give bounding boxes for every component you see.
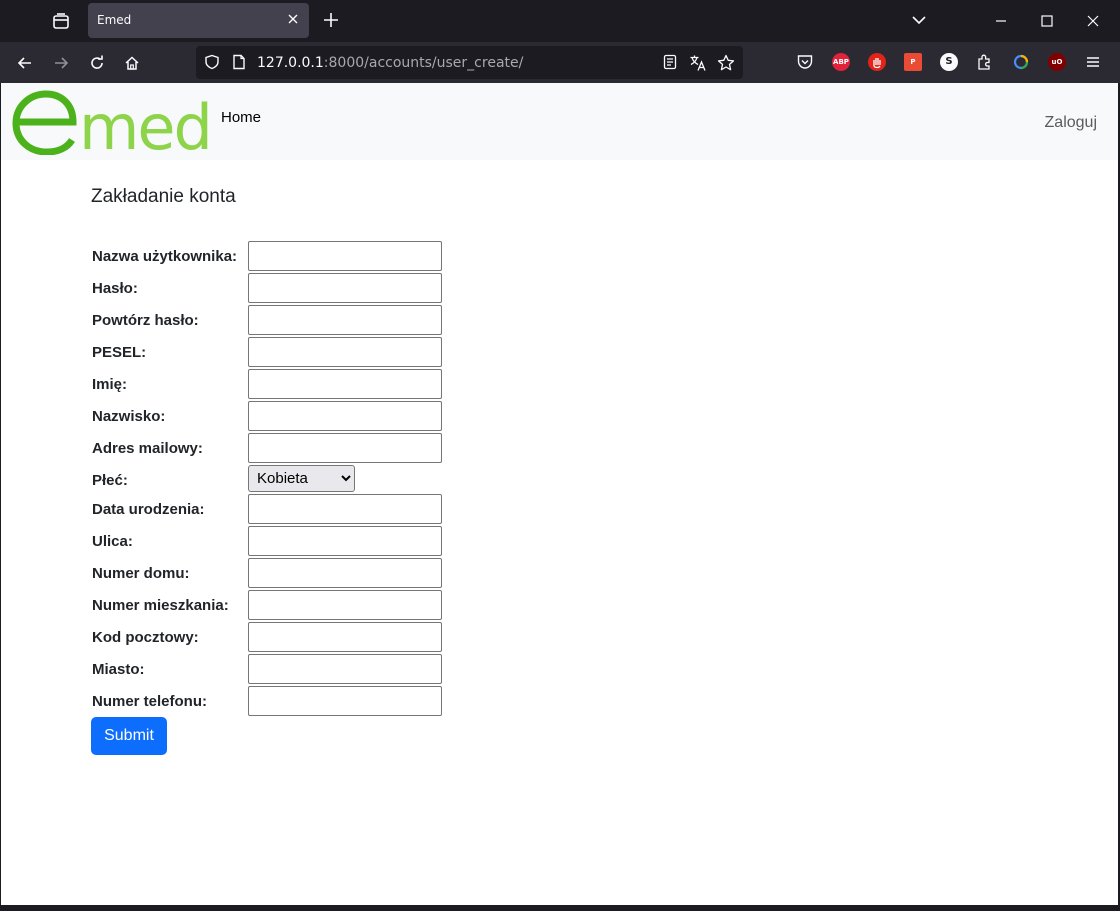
form-row-birth-date: Data urodzenia: xyxy=(91,494,451,524)
password-label: Hasło: xyxy=(92,280,138,297)
username-label: Nazwa użytkownika: xyxy=(92,248,238,265)
maximize-icon[interactable] xyxy=(1024,6,1070,36)
nav-login-link[interactable]: Zaloguj xyxy=(1045,114,1097,132)
form-row-street: Ulica: xyxy=(91,526,451,556)
extensions-puzzle-icon[interactable] xyxy=(976,53,994,75)
gender-label: Płeć: xyxy=(92,472,128,489)
postal-code-input[interactable] xyxy=(248,622,442,652)
translate-icon[interactable] xyxy=(689,54,707,76)
pdf-icon[interactable]: P xyxy=(904,53,922,71)
form-row-apartment-number: Numer mieszkania: xyxy=(91,590,451,620)
pocket-icon[interactable] xyxy=(796,53,814,75)
page-viewport: med Home Zaloguj Zakładanie konta Nazwa … xyxy=(1,83,1118,905)
home-icon[interactable] xyxy=(119,50,145,76)
color-picker-icon[interactable] xyxy=(1012,53,1030,75)
chevron-down-icon[interactable] xyxy=(908,9,930,31)
city-label: Miasto: xyxy=(92,661,145,678)
form-row-password: Hasło: xyxy=(91,273,451,303)
form-row-username: Nazwa użytkownika: xyxy=(91,241,451,271)
city-input[interactable] xyxy=(248,654,442,684)
street-label: Ulica: xyxy=(92,533,133,550)
form-row-phone: Numer telefonu: xyxy=(91,686,451,716)
reader-view-icon[interactable] xyxy=(662,54,678,74)
password-repeat-input[interactable] xyxy=(248,305,442,335)
minimize-icon[interactable] xyxy=(978,6,1024,36)
firefox-view-icon[interactable] xyxy=(45,5,77,37)
window-close-icon[interactable] xyxy=(1070,6,1116,36)
svg-text:med: med xyxy=(79,91,211,155)
birth-date-label: Data urodzenia: xyxy=(92,501,205,518)
tab-strip: Emed xyxy=(0,0,1120,42)
last-name-label: Nazwisko: xyxy=(92,408,166,425)
form-row-email: Adres mailowy: xyxy=(91,433,451,463)
postal-code-label: Kod pocztowy: xyxy=(92,629,199,646)
url-text[interactable]: 127.0.0.1:8000/accounts/user_create/ xyxy=(257,55,523,71)
house-number-label: Numer domu: xyxy=(92,565,190,582)
phone-label: Numer telefonu: xyxy=(92,693,208,710)
tab-title: Emed xyxy=(97,13,132,27)
window-bottom-edge xyxy=(0,905,1120,911)
url-host: 127.0.0.1 xyxy=(257,55,324,71)
nav-home-link[interactable]: Home xyxy=(221,109,261,126)
form-row-house-number: Numer domu: xyxy=(91,558,451,588)
emed-logo[interactable]: med xyxy=(11,89,216,164)
apartment-number-input[interactable] xyxy=(248,590,442,620)
apartment-number-label: Numer mieszkania: xyxy=(92,597,229,614)
first-name-label: Imię: xyxy=(92,376,128,393)
page-icon[interactable] xyxy=(231,54,247,74)
form-row-first-name: Imię: xyxy=(91,369,451,399)
ublock-origin-icon[interactable]: uO xyxy=(1048,53,1066,71)
submit-button[interactable]: Submit xyxy=(91,717,167,755)
first-name-input[interactable] xyxy=(248,369,442,399)
back-arrow-icon[interactable] xyxy=(12,50,38,76)
pesel-input[interactable] xyxy=(248,337,442,367)
email-label: Adres mailowy: xyxy=(92,440,203,457)
shield-icon[interactable] xyxy=(204,54,220,74)
form-row-gender: Płeć: Kobieta xyxy=(91,465,451,495)
forward-arrow-icon[interactable] xyxy=(48,50,74,76)
form-row-last-name: Nazwisko: xyxy=(91,401,451,431)
form-row-city: Miasto: xyxy=(91,654,451,684)
phone-input[interactable] xyxy=(248,686,442,716)
site-navbar: med Home Zaloguj xyxy=(1,83,1118,164)
adblock-plus-icon[interactable]: ABP xyxy=(832,53,850,71)
password-input[interactable] xyxy=(248,273,442,303)
gender-select[interactable]: Kobieta xyxy=(248,465,355,492)
form-row-pesel: PESEL: xyxy=(91,337,451,367)
bookmark-star-icon[interactable] xyxy=(717,54,735,76)
s-icon[interactable]: S xyxy=(940,53,958,71)
close-icon[interactable] xyxy=(285,11,301,27)
street-input[interactable] xyxy=(248,526,442,556)
new-tab-plus-icon[interactable] xyxy=(320,9,342,31)
reload-icon[interactable] xyxy=(84,50,110,76)
menu-icon[interactable] xyxy=(1084,53,1102,75)
url-bar[interactable]: 127.0.0.1:8000/accounts/user_create/ xyxy=(196,46,743,79)
password-repeat-label: Powtórz hasło: xyxy=(92,312,199,329)
username-input[interactable] xyxy=(248,241,442,271)
birth-date-input[interactable] xyxy=(248,494,442,524)
navigation-toolbar: 127.0.0.1:8000/accounts/user_create/ ABP… xyxy=(0,42,1120,83)
url-path: :8000/accounts/user_create/ xyxy=(323,55,524,71)
form-row-postal-code: Kod pocztowy: xyxy=(91,622,451,652)
stop-hand-icon[interactable] xyxy=(868,53,886,71)
email-input[interactable] xyxy=(248,433,442,463)
pesel-label: PESEL: xyxy=(92,344,147,361)
form-row-password-repeat: Powtórz hasło: xyxy=(91,305,451,335)
tab-emed[interactable]: Emed xyxy=(88,3,309,38)
last-name-input[interactable] xyxy=(248,401,442,431)
page-title: Zakładanie konta xyxy=(91,186,236,207)
house-number-input[interactable] xyxy=(248,558,442,588)
